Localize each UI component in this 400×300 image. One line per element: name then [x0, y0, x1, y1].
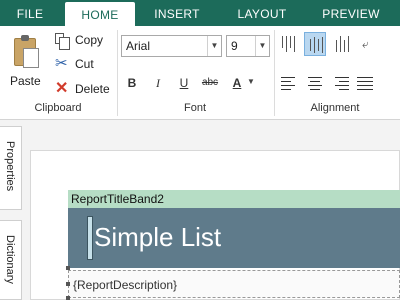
properties-tab-label: Properties	[4, 141, 16, 192]
font-family-value: Arial	[126, 39, 151, 53]
font-size-value: 9	[231, 39, 238, 53]
delete-icon: ✕	[55, 80, 69, 97]
tab-file[interactable]: FILE	[6, 0, 54, 26]
text-cursor-marker	[87, 216, 93, 260]
align-left-button[interactable]	[281, 74, 299, 92]
align-middle-button[interactable]	[304, 32, 326, 56]
ribbon-toolbar: Paste Copy ✂ Cut ✕ Delete Clipboard Aria…	[0, 26, 400, 120]
underline-button[interactable]: U	[175, 74, 193, 92]
chevron-down-icon: ▼	[255, 36, 269, 56]
clipboard-group-label: Clipboard	[34, 102, 82, 114]
alignment-group-label: Alignment	[310, 102, 360, 114]
font-color-button[interactable]: A	[228, 74, 246, 92]
wrap-icon: ⤶	[362, 37, 369, 51]
resize-handle[interactable]	[66, 266, 70, 270]
paste-button[interactable]: Paste	[6, 34, 46, 90]
delete-label: Delete	[75, 82, 110, 96]
dictionary-panel-tab[interactable]: Dictionary	[0, 220, 22, 300]
group-divider	[117, 30, 118, 116]
bold-button[interactable]: B	[123, 74, 141, 92]
document-icon	[23, 48, 39, 68]
font-family-select[interactable]: Arial ▼	[121, 35, 222, 57]
align-justify-button[interactable]	[357, 74, 375, 92]
tab-home[interactable]: HOME	[65, 2, 135, 26]
tab-layout[interactable]: LAYOUT	[228, 0, 296, 26]
dictionary-tab-label: Dictionary	[4, 235, 16, 284]
scissors-icon: ✂	[55, 55, 68, 72]
chevron-down-icon: ▼	[247, 77, 255, 86]
report-description-component[interactable]: {ReportDescription}	[68, 270, 400, 298]
strikethrough-button[interactable]: abc	[199, 74, 221, 92]
align-top-button[interactable]	[277, 32, 299, 56]
font-size-select[interactable]: 9 ▼	[226, 35, 270, 57]
group-divider	[274, 30, 275, 116]
tab-insert[interactable]: INSERT	[146, 0, 208, 26]
paste-label: Paste	[10, 74, 41, 88]
font-group-label: Font	[183, 102, 206, 114]
report-title-text: Simple List	[94, 222, 222, 252]
word-wrap-button[interactable]: ⤶	[358, 32, 380, 56]
cut-label: Cut	[75, 57, 94, 71]
report-title-band-header[interactable]: ReportTitleBand2	[68, 190, 400, 208]
italic-button[interactable]: I	[149, 74, 167, 92]
copy-icon	[55, 33, 70, 50]
resize-handle[interactable]	[66, 282, 70, 286]
tab-preview[interactable]: PREVIEW	[316, 0, 386, 26]
properties-panel-tab[interactable]: Properties	[0, 126, 22, 210]
copy-label: Copy	[75, 33, 104, 47]
chevron-down-icon: ▼	[207, 36, 221, 56]
ribbon-tab-bar: FILE HOME INSERT LAYOUT PREVIEW	[0, 0, 400, 26]
align-right-button[interactable]	[331, 74, 349, 92]
align-bottom-button[interactable]	[331, 32, 353, 56]
resize-handle[interactable]	[66, 296, 70, 300]
align-center-button[interactable]	[306, 74, 324, 92]
